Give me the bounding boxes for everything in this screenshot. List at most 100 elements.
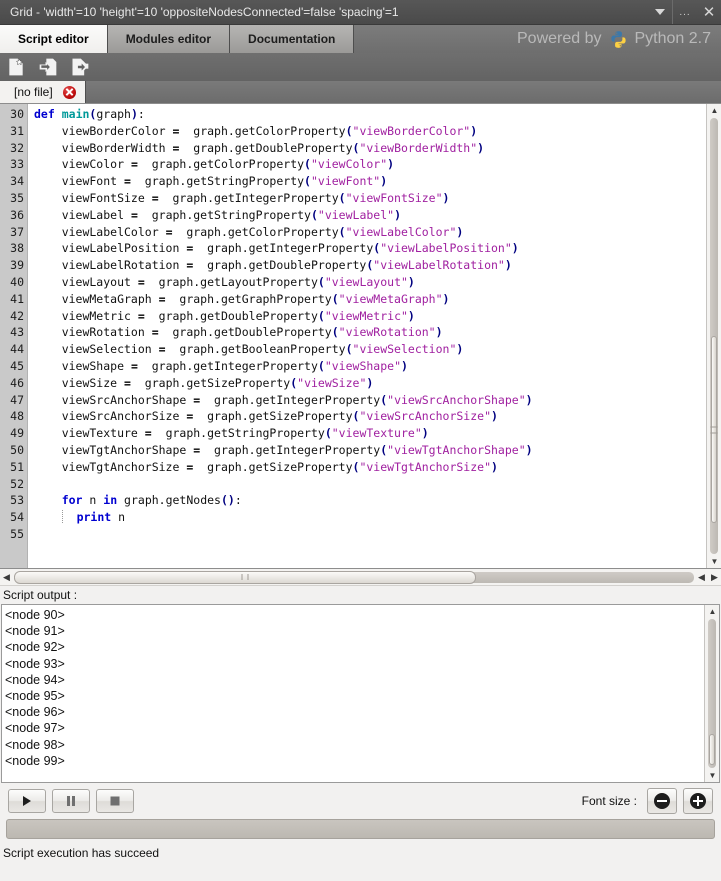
editor-hscroll-thumb[interactable] bbox=[14, 571, 476, 584]
line-number: 34 bbox=[0, 173, 27, 190]
code-line: viewFont = graph.getStringProperty("view… bbox=[34, 173, 706, 190]
grip-icon bbox=[711, 426, 718, 433]
output-line: <node 94> bbox=[5, 672, 704, 688]
scroll-down-icon[interactable]: ▼ bbox=[705, 769, 720, 782]
code-line: viewRotation = graph.getDoubleProperty("… bbox=[34, 324, 706, 341]
output-line: <node 90> bbox=[5, 607, 704, 623]
code-line: viewSize = graph.getSizeProperty("viewSi… bbox=[34, 375, 706, 392]
ellipsis-icon: ... bbox=[679, 7, 690, 18]
code-line: viewLabel = graph.getStringProperty("vie… bbox=[34, 207, 706, 224]
tab-documentation-label: Documentation bbox=[248, 32, 335, 46]
code-line: print n bbox=[34, 509, 706, 526]
run-script-button[interactable] bbox=[8, 789, 46, 813]
code-line: viewLabelColor = graph.getColorProperty(… bbox=[34, 224, 706, 241]
output-line: <node 92> bbox=[5, 639, 704, 655]
main-tab-strip: Script editor Modules editor Documentati… bbox=[0, 25, 721, 53]
code-line: viewShape = graph.getIntegerProperty("vi… bbox=[34, 358, 706, 375]
titlebar-menu-caret-button[interactable] bbox=[648, 0, 672, 24]
code-line: viewTexture = graph.getStringProperty("v… bbox=[34, 425, 706, 442]
python-script-editor-window: Grid - 'width'=10 'height'=10 'oppositeN… bbox=[0, 0, 721, 881]
code-line: viewLayout = graph.getLayoutProperty("vi… bbox=[34, 274, 706, 291]
font-size-label: Font size : bbox=[582, 794, 637, 808]
pause-icon bbox=[65, 795, 77, 807]
line-number: 32 bbox=[0, 140, 27, 157]
line-number: 46 bbox=[0, 375, 27, 392]
line-number: 37 bbox=[0, 224, 27, 241]
python-version-label: Python 2.7 bbox=[635, 30, 712, 48]
pause-script-button[interactable] bbox=[52, 789, 90, 813]
new-script-icon[interactable] bbox=[6, 57, 26, 77]
open-script-icon[interactable] bbox=[38, 57, 58, 77]
line-number: 49 bbox=[0, 425, 27, 442]
editor-vscroll-track[interactable] bbox=[710, 118, 718, 554]
scroll-left-edge-icon[interactable]: ◀ bbox=[695, 569, 708, 585]
title-bar: Grid - 'width'=10 'height'=10 'oppositeN… bbox=[0, 0, 721, 25]
script-output-text[interactable]: <node 90><node 91><node 92><node 93><nod… bbox=[2, 605, 704, 782]
window-title: Grid - 'width'=10 'height'=10 'oppositeN… bbox=[0, 5, 648, 19]
output-vscroll-track[interactable] bbox=[708, 619, 716, 768]
output-vertical-scrollbar[interactable]: ▲ ▼ bbox=[704, 605, 719, 782]
line-number: 53 bbox=[0, 492, 27, 509]
scroll-right-icon[interactable]: ▶ bbox=[708, 569, 721, 585]
tab-script-editor[interactable]: Script editor bbox=[0, 25, 108, 53]
plus-circle-icon bbox=[690, 793, 706, 809]
scroll-up-icon[interactable]: ▲ bbox=[705, 605, 720, 618]
powered-by-label: Powered by bbox=[517, 30, 602, 48]
editor-hscroll-track[interactable] bbox=[14, 572, 694, 583]
output-line: <node 97> bbox=[5, 720, 704, 736]
line-number: 47 bbox=[0, 392, 27, 409]
minus-circle-icon bbox=[654, 793, 670, 809]
line-number: 40 bbox=[0, 274, 27, 291]
save-script-icon[interactable] bbox=[70, 57, 90, 77]
output-vscroll-thumb[interactable] bbox=[709, 734, 715, 765]
line-number: 31 bbox=[0, 123, 27, 140]
editor-vertical-scrollbar[interactable]: ▲ ▼ bbox=[706, 104, 721, 568]
grip-icon bbox=[242, 574, 249, 580]
line-number: 33 bbox=[0, 156, 27, 173]
code-line: for n in graph.getNodes(): bbox=[34, 492, 706, 509]
line-number: 41 bbox=[0, 291, 27, 308]
code-line: viewLabelPosition = graph.getIntegerProp… bbox=[34, 240, 706, 257]
output-line: <node 96> bbox=[5, 704, 704, 720]
output-line: <node 95> bbox=[5, 688, 704, 704]
line-number: 51 bbox=[0, 459, 27, 476]
titlebar-more-button[interactable]: ... bbox=[673, 0, 697, 24]
editor-horizontal-scrollbar[interactable]: ◀ ◀ ▶ bbox=[0, 569, 721, 586]
branding-area: Powered by Python 2.7 bbox=[354, 25, 721, 53]
line-number: 39 bbox=[0, 257, 27, 274]
status-message: Script execution has succeed bbox=[3, 846, 159, 860]
file-tab-strip: [no file] bbox=[0, 81, 721, 103]
code-line bbox=[34, 476, 706, 493]
editor-vscroll-thumb[interactable] bbox=[711, 336, 717, 523]
scroll-left-icon[interactable]: ◀ bbox=[0, 569, 13, 585]
output-line: <node 98> bbox=[5, 737, 704, 753]
file-tab-label: [no file] bbox=[14, 85, 53, 99]
font-size-decrease-button[interactable] bbox=[647, 788, 677, 814]
code-editor-viewport[interactable]: 3031323334353637383940414243444546474849… bbox=[0, 104, 706, 568]
line-number-gutter: 3031323334353637383940414243444546474849… bbox=[0, 104, 28, 568]
output-line: <node 93> bbox=[5, 656, 704, 672]
font-size-increase-button[interactable] bbox=[683, 788, 713, 814]
code-line: viewTgtAnchorShape = graph.getIntegerPro… bbox=[34, 442, 706, 459]
stop-script-button[interactable] bbox=[96, 789, 134, 813]
close-icon: ✕ bbox=[703, 5, 716, 20]
line-number: 45 bbox=[0, 358, 27, 375]
close-icon[interactable] bbox=[63, 86, 76, 99]
tab-documentation[interactable]: Documentation bbox=[230, 25, 354, 53]
code-text[interactable]: def main(graph): viewBorderColor = graph… bbox=[28, 104, 706, 568]
line-number: 36 bbox=[0, 207, 27, 224]
line-number: 35 bbox=[0, 190, 27, 207]
scroll-down-icon[interactable]: ▼ bbox=[707, 555, 721, 568]
file-tab[interactable]: [no file] bbox=[0, 81, 86, 103]
code-editor: 3031323334353637383940414243444546474849… bbox=[0, 103, 721, 569]
scroll-up-icon[interactable]: ▲ bbox=[707, 104, 721, 117]
code-line bbox=[34, 526, 706, 543]
tab-modules-editor-label: Modules editor bbox=[126, 32, 211, 46]
line-number: 30 bbox=[0, 106, 27, 123]
code-line: viewBorderColor = graph.getColorProperty… bbox=[34, 123, 706, 140]
line-number: 52 bbox=[0, 476, 27, 493]
tab-modules-editor[interactable]: Modules editor bbox=[108, 25, 230, 53]
script-output-pane: <node 90><node 91><node 92><node 93><nod… bbox=[1, 604, 720, 783]
line-number: 54 bbox=[0, 509, 27, 526]
titlebar-close-button[interactable]: ✕ bbox=[697, 0, 721, 24]
